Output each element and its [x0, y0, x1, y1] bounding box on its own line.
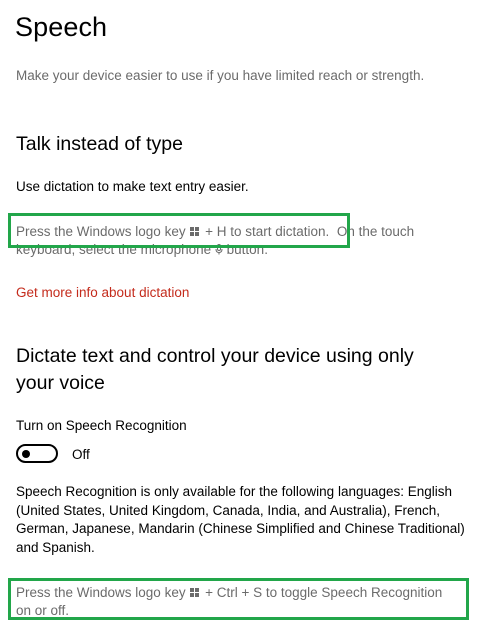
toggle-knob	[22, 449, 30, 458]
speech-hint-line2: on or off.	[16, 603, 70, 618]
dictation-hint-line2: keyboard, select the microphone button.	[16, 241, 268, 260]
speech-recognition-hint: Press the Windows logo key + Ctrl + S to…	[16, 584, 466, 603]
dictation-hint: Press the Windows logo key + H to start …	[16, 223, 456, 242]
speech-hint-part1: Press the Windows logo key	[16, 585, 186, 600]
microphone-icon	[215, 242, 223, 255]
supported-languages-text: Speech Recognition is only available for…	[16, 484, 465, 555]
dictation-hint-part2: + H to start dictation.	[205, 224, 330, 239]
dictation-hint-line2-part1: keyboard, select the microphone	[16, 242, 212, 257]
toggle-state-label: Off	[72, 447, 90, 462]
speech-recognition-toggle-label: Turn on Speech Recognition	[16, 418, 187, 433]
talk-section-heading: Talk instead of type	[16, 133, 183, 155]
speech-hint-part2: + Ctrl + S to toggle Speech Recognition	[205, 585, 443, 600]
dictation-hint-part1: Press the Windows logo key	[16, 224, 186, 239]
page-title: Speech	[15, 12, 108, 42]
dictation-description: Use dictation to make text entry easier.	[16, 179, 249, 194]
dictate-section-heading: Dictate text and control your device usi…	[16, 345, 414, 394]
windows-logo-icon	[190, 588, 200, 598]
dictation-hint-line2-part2: button.	[226, 242, 268, 257]
dictation-hint-part3: On the touch	[336, 224, 415, 239]
windows-logo-icon	[190, 227, 200, 237]
dictation-info-link[interactable]: Get more info about dictation	[16, 285, 189, 300]
speech-recognition-toggle[interactable]	[16, 444, 58, 463]
page-subtitle: Make your device easier to use if you ha…	[16, 68, 425, 83]
